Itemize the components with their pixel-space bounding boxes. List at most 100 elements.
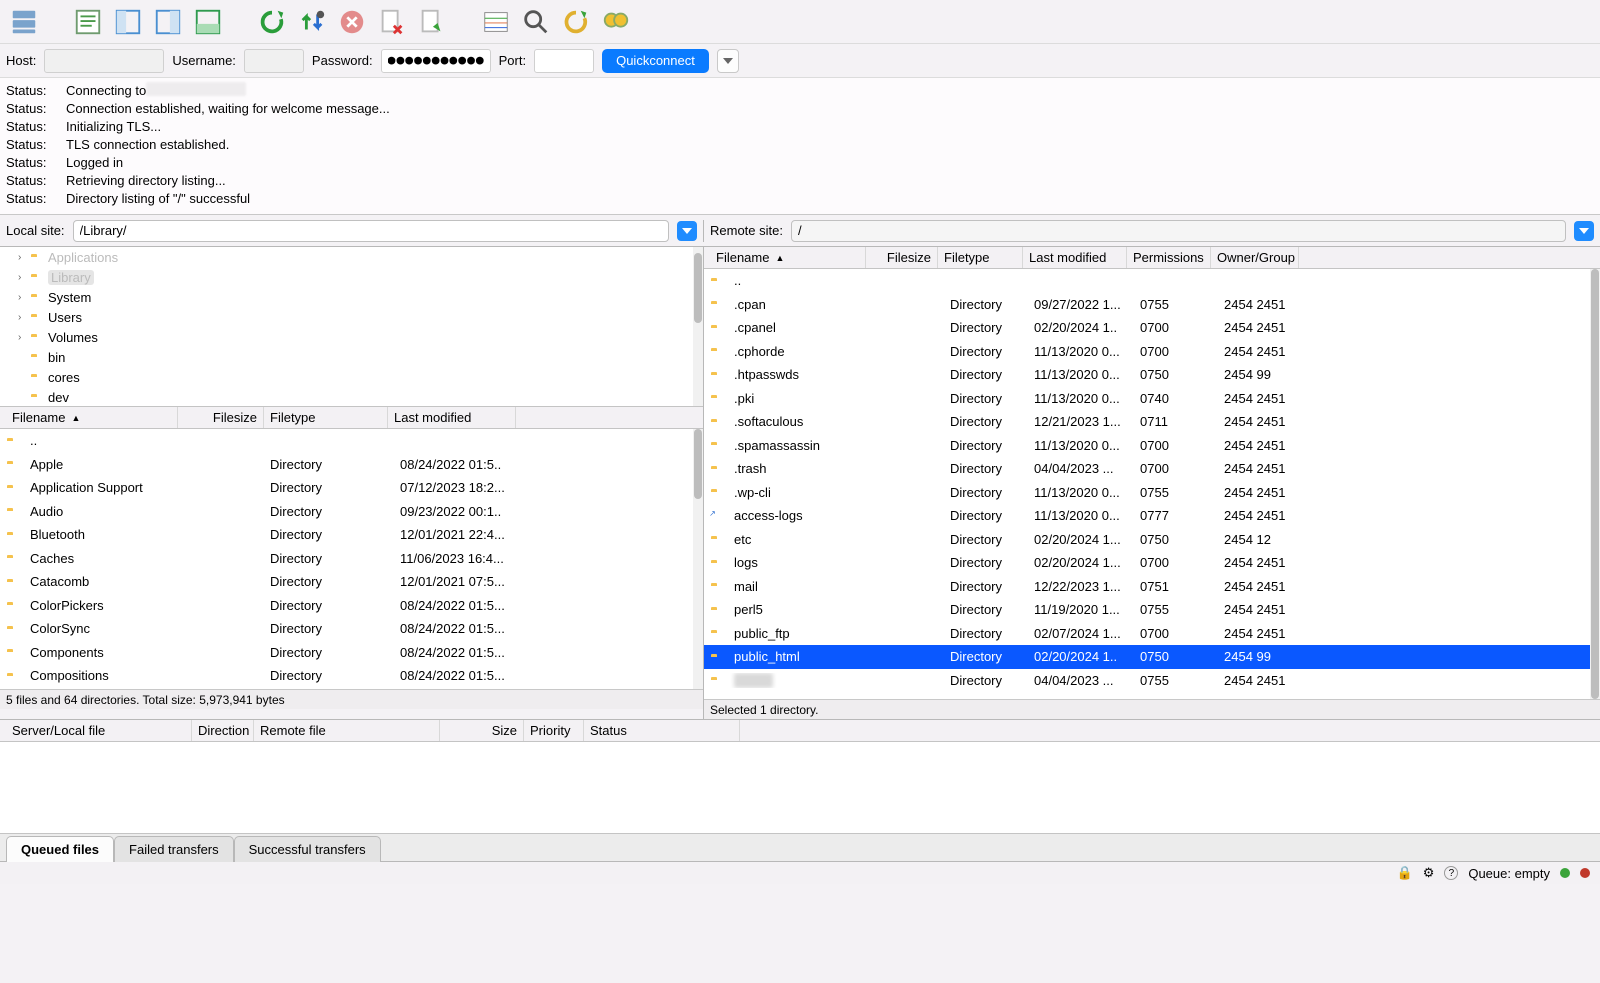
file-row[interactable]: .cphordeDirectory11/13/2020 0...07002454… — [704, 340, 1600, 364]
col-filetype[interactable]: Filetype — [938, 247, 1023, 268]
process-queue-icon[interactable] — [294, 4, 330, 40]
file-row[interactable]: BluetoothDirectory12/01/2021 22:4... — [0, 523, 703, 547]
file-row[interactable]: .. — [704, 269, 1600, 293]
file-row[interactable]: AppleDirectory08/24/2022 01:5.. — [0, 453, 703, 477]
col-status[interactable]: Status — [584, 720, 740, 741]
file-row[interactable]: ColorSyncDirectory08/24/2022 01:5... — [0, 617, 703, 641]
toggle-queue-icon[interactable] — [190, 4, 226, 40]
col-size[interactable]: Size — [440, 720, 524, 741]
file-row[interactable]: CatacombDirectory12/01/2021 07:5... — [0, 570, 703, 594]
tree-item[interactable]: dev — [0, 387, 703, 407]
file-row[interactable]: access-logsDirectory11/13/2020 0...07772… — [704, 504, 1600, 528]
remote-site-input[interactable] — [791, 220, 1566, 242]
file-row[interactable]: public_ftpDirectory02/07/2024 1...070024… — [704, 622, 1600, 646]
disconnect-icon[interactable] — [374, 4, 410, 40]
local-status: 5 files and 64 directories. Total size: … — [0, 689, 703, 709]
tree-item[interactable]: bin — [0, 347, 703, 367]
file-row[interactable]: public_htmlDirectory02/20/2024 1..075024… — [704, 645, 1600, 669]
file-row[interactable]: .wp-cliDirectory11/13/2020 0...07552454 … — [704, 481, 1600, 505]
col-filetype[interactable]: Filetype — [264, 407, 388, 428]
col-modified[interactable]: Last modified — [388, 407, 516, 428]
file-row[interactable]: CompositionsDirectory08/24/2022 01:5... — [0, 664, 703, 688]
message-log: Status:Connecting to xStatus:Connection … — [0, 78, 1600, 215]
file-row[interactable]: etcDirectory02/20/2024 1...07502454 12 — [704, 528, 1600, 552]
file-row[interactable]: .. — [0, 429, 703, 453]
col-filesize[interactable]: Filesize — [866, 247, 938, 268]
tab-queued-files[interactable]: Queued files — [6, 836, 114, 862]
reconnect-icon[interactable] — [414, 4, 450, 40]
col-filesize[interactable]: Filesize — [178, 407, 264, 428]
toggle-log-icon[interactable] — [70, 4, 106, 40]
toggle-remote-tree-icon[interactable] — [150, 4, 186, 40]
settings-icon[interactable]: ⚙ — [1423, 865, 1435, 881]
col-remote-file[interactable]: Remote file — [254, 720, 440, 741]
help-icon[interactable]: ? — [1444, 866, 1458, 880]
file-row[interactable]: .trashDirectory04/04/2023 ...07002454 24… — [704, 457, 1600, 481]
directory-listing-icon[interactable] — [478, 4, 514, 40]
local-site-input[interactable] — [73, 220, 669, 242]
file-row[interactable]: .pkiDirectory11/13/2020 0...07402454 245… — [704, 387, 1600, 411]
status-dot-green — [1560, 868, 1570, 878]
local-tree[interactable]: ›Applications›Library›System›Users›Volum… — [0, 247, 703, 407]
col-server[interactable]: Server/Local file — [6, 720, 192, 741]
tree-item[interactable]: ›Applications — [0, 247, 703, 267]
scrollbar[interactable] — [693, 247, 703, 406]
local-file-list[interactable]: ..AppleDirectory08/24/2022 01:5..Applica… — [0, 429, 703, 689]
col-permissions[interactable]: Permissions — [1127, 247, 1211, 268]
file-row[interactable]: hiddenDirectory04/04/2023 ...07552454 24… — [704, 669, 1600, 693]
file-row[interactable]: Application SupportDirectory07/12/2023 1… — [0, 476, 703, 500]
password-input[interactable] — [381, 49, 491, 73]
port-input[interactable] — [534, 49, 594, 73]
remote-file-list[interactable]: ...cpanDirectory09/27/2022 1...07552454 … — [704, 269, 1600, 699]
toggle-local-tree-icon[interactable] — [110, 4, 146, 40]
col-direction[interactable]: Direction — [192, 720, 254, 741]
file-row[interactable]: .spamassassinDirectory11/13/2020 0...070… — [704, 434, 1600, 458]
tree-item[interactable]: ›System — [0, 287, 703, 307]
file-row[interactable]: .softaculousDirectory12/21/2023 1...0711… — [704, 410, 1600, 434]
file-row[interactable]: ColorPickersDirectory08/24/2022 01:5... — [0, 594, 703, 618]
local-site-dropdown[interactable] — [677, 221, 697, 241]
status-dot-red — [1580, 868, 1590, 878]
transfer-columns: Server/Local file Direction Remote file … — [0, 720, 1600, 742]
site-manager-icon[interactable] — [6, 4, 42, 40]
col-owner[interactable]: Owner/Group — [1211, 247, 1299, 268]
tree-item[interactable]: ›Library — [0, 267, 703, 287]
filter-icon[interactable] — [518, 4, 554, 40]
col-filename[interactable]: Filename▲ — [710, 247, 866, 268]
file-row[interactable]: .cpanelDirectory02/20/2024 1..07002454 2… — [704, 316, 1600, 340]
col-priority[interactable]: Priority — [524, 720, 584, 741]
lock-icon[interactable]: 🔒 — [1397, 865, 1413, 881]
sites-row: Local site: Remote site: — [0, 215, 1600, 247]
tree-item[interactable]: ›Users — [0, 307, 703, 327]
search-icon[interactable] — [598, 4, 634, 40]
file-row[interactable]: .htpasswdsDirectory11/13/2020 0...075024… — [704, 363, 1600, 387]
col-modified[interactable]: Last modified — [1023, 247, 1127, 268]
col-filename[interactable]: Filename▲ — [6, 407, 178, 428]
quickconnect-button[interactable]: Quickconnect — [602, 49, 709, 73]
refresh-icon[interactable] — [254, 4, 290, 40]
transfer-queue[interactable] — [0, 742, 1600, 834]
sort-asc-icon: ▲ — [775, 253, 784, 263]
file-row[interactable]: ComponentsDirectory08/24/2022 01:5... — [0, 641, 703, 665]
tree-item[interactable]: ›Volumes — [0, 327, 703, 347]
scrollbar[interactable] — [693, 429, 703, 689]
toolbar — [0, 0, 1600, 44]
file-row[interactable]: logsDirectory02/20/2024 1...07002454 245… — [704, 551, 1600, 575]
scrollbar[interactable] — [1590, 269, 1600, 699]
file-row[interactable]: AudioDirectory09/23/2022 00:1.. — [0, 500, 703, 524]
host-input[interactable] — [44, 49, 164, 73]
file-row[interactable]: mailDirectory12/22/2023 1...07512454 245… — [704, 575, 1600, 599]
tree-item[interactable]: cores — [0, 367, 703, 387]
compare-icon[interactable] — [558, 4, 594, 40]
username-input[interactable] — [244, 49, 304, 73]
quickconnect-history-dropdown[interactable] — [717, 49, 739, 73]
tab-successful-transfers[interactable]: Successful transfers — [234, 836, 381, 862]
remote-site-label: Remote site: — [710, 223, 783, 238]
remote-site-dropdown[interactable] — [1574, 221, 1594, 241]
file-row[interactable]: .cpanDirectory09/27/2022 1...07552454 24… — [704, 293, 1600, 317]
file-row[interactable]: perl5Directory11/19/2020 1...07552454 24… — [704, 598, 1600, 622]
local-site-label: Local site: — [6, 223, 65, 238]
tab-failed-transfers[interactable]: Failed transfers — [114, 836, 234, 862]
cancel-icon[interactable] — [334, 4, 370, 40]
file-row[interactable]: CachesDirectory11/06/2023 16:4... — [0, 547, 703, 571]
